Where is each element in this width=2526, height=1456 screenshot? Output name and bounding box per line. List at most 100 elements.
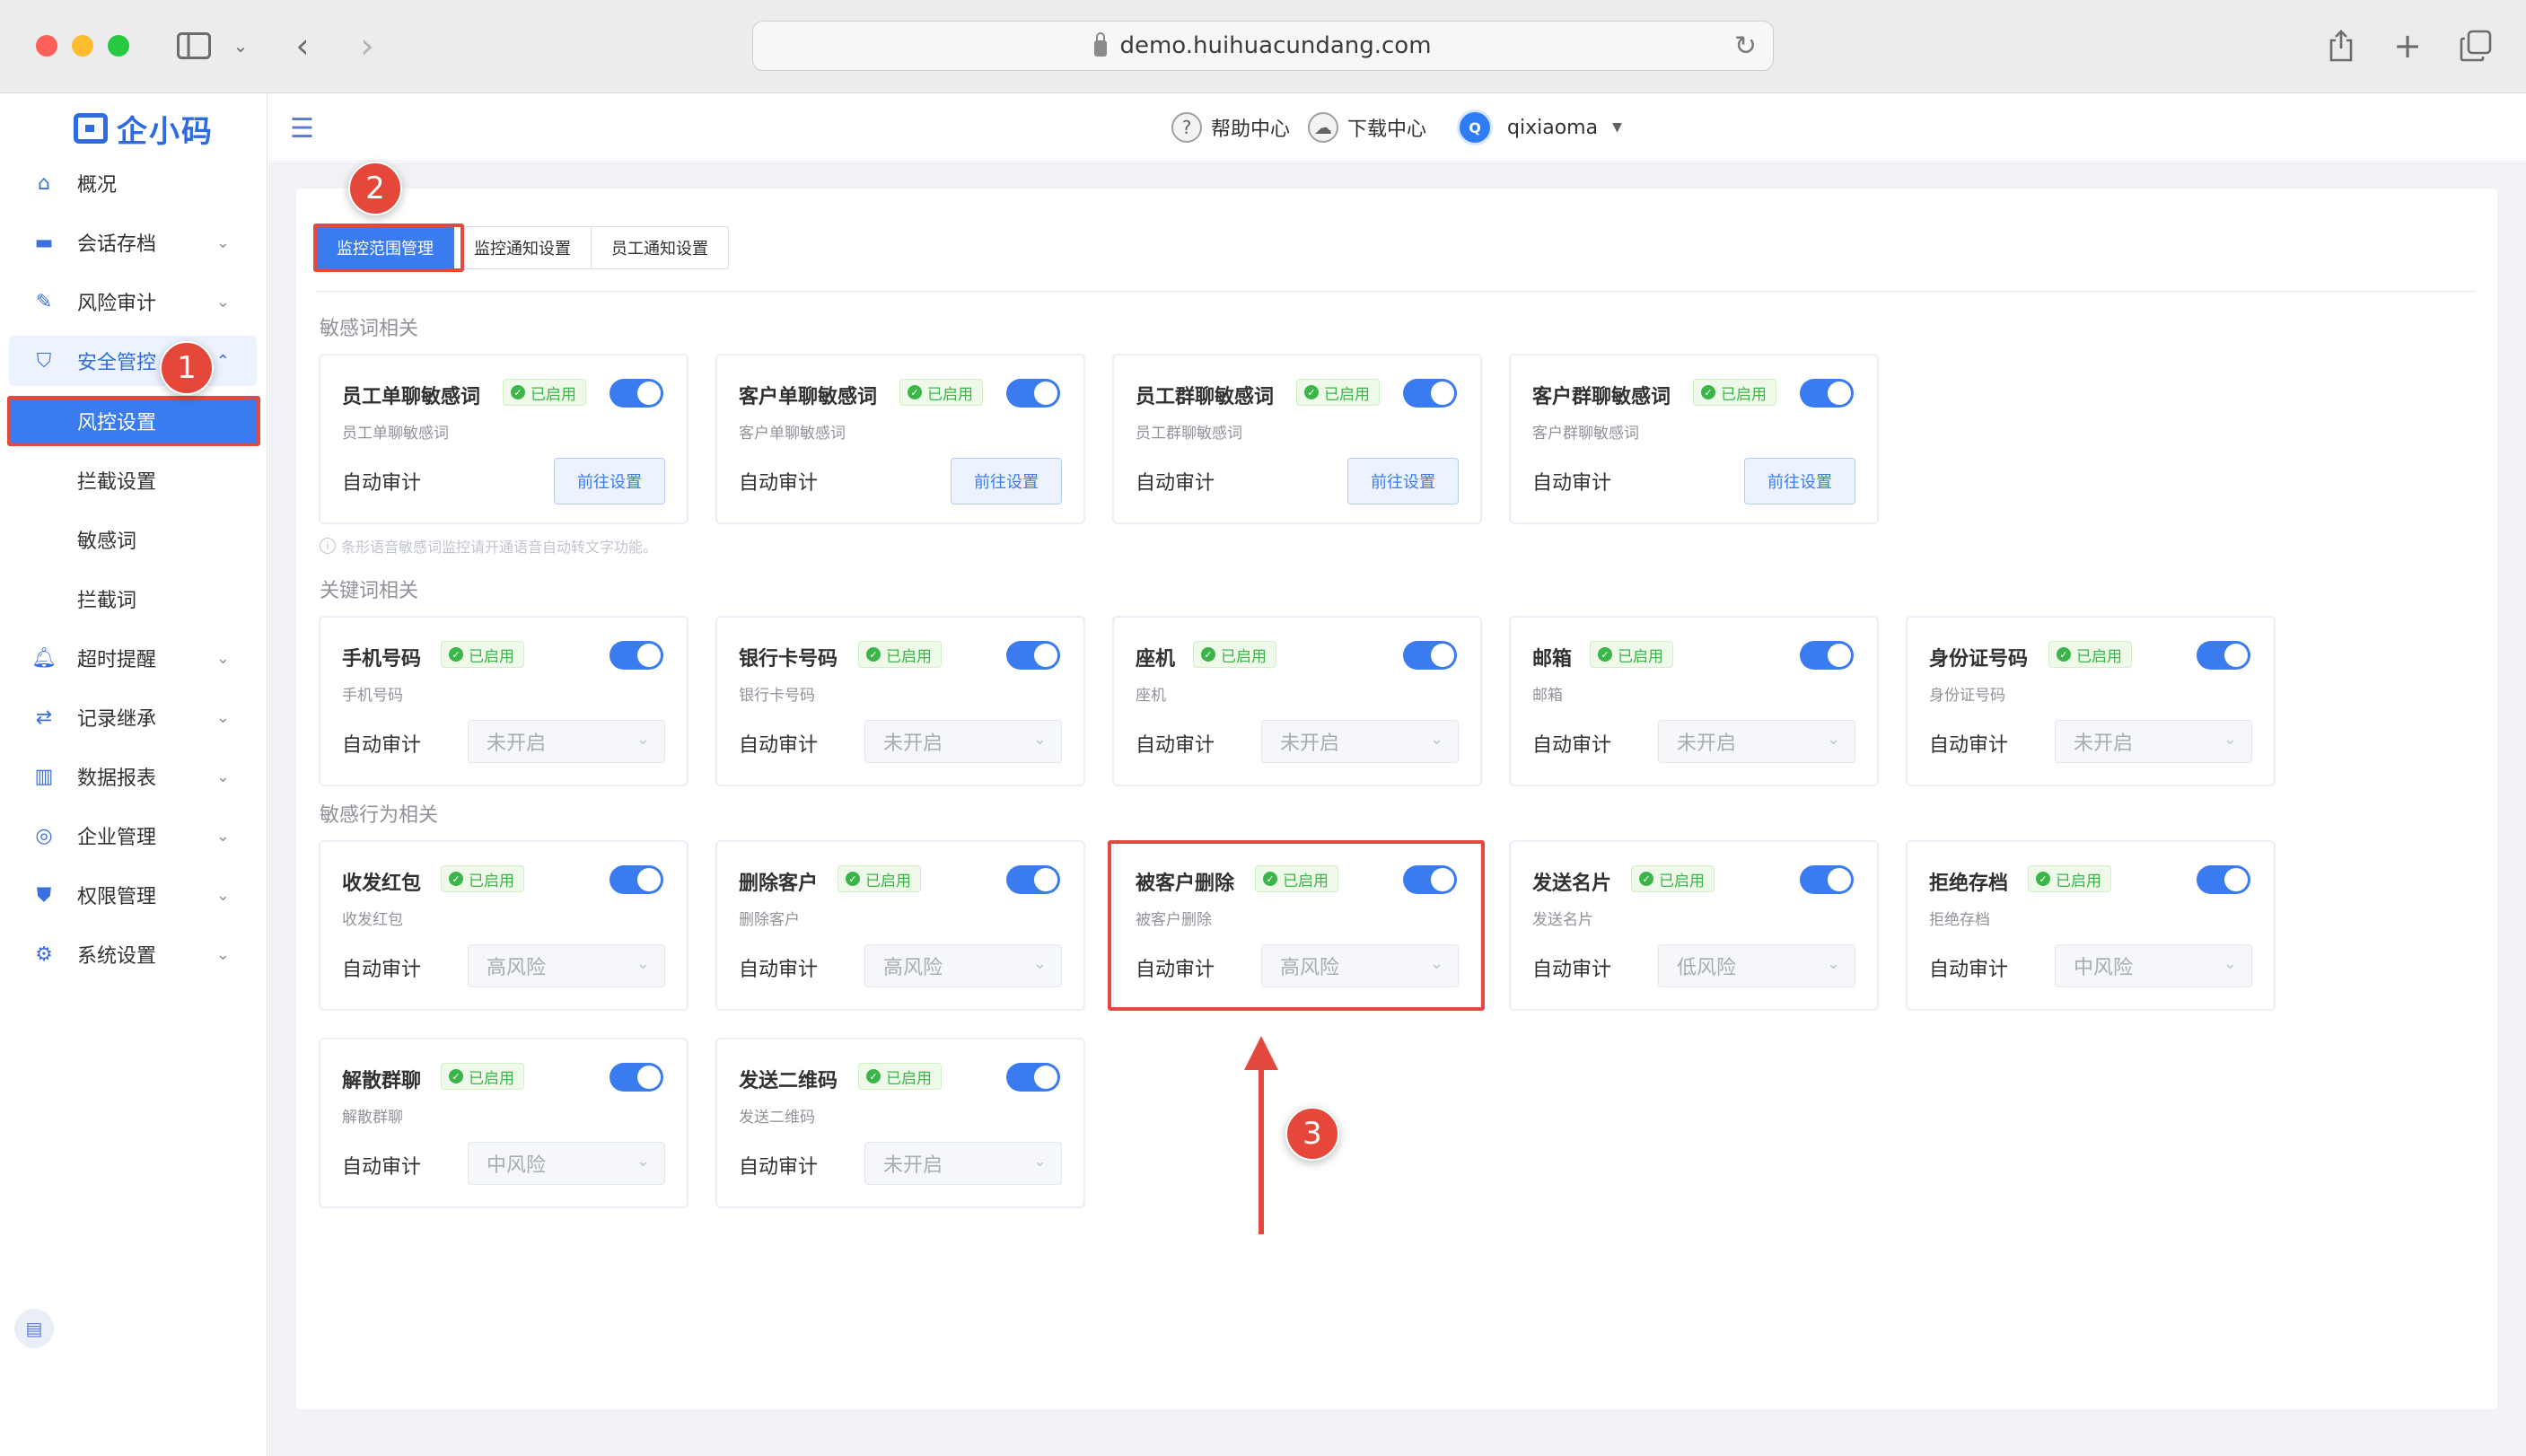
- logo-text: 企小码: [117, 113, 214, 150]
- enable-toggle[interactable]: [1403, 641, 1457, 670]
- zoom-window-button[interactable]: [108, 35, 129, 57]
- sidebar-subitem-intercept-settings[interactable]: 拦截设置: [9, 455, 257, 505]
- enable-toggle[interactable]: [1006, 865, 1060, 894]
- monitor-card: 银行卡号码 ✓ 已启用 银行卡号码 自动审计 未开启 ⌄: [715, 616, 1085, 786]
- enable-toggle[interactable]: [610, 865, 663, 894]
- enable-toggle[interactable]: [610, 379, 663, 408]
- sidebar-toggle-icon[interactable]: [176, 27, 212, 65]
- new-tab-icon[interactable]: +: [2391, 26, 2424, 66]
- sidebar-item-inherit[interactable]: ⇄ 记录继承 ⌄: [9, 692, 257, 742]
- menu-fold-icon[interactable]: ☰: [290, 113, 314, 145]
- sidebar-item-label: 企业管理: [77, 827, 157, 849]
- sidebar-item-overview[interactable]: ⌂ 概况: [9, 158, 257, 208]
- enable-toggle[interactable]: [610, 1063, 663, 1092]
- risk-level-select[interactable]: 低风险 ⌄: [1658, 944, 1855, 987]
- lock-icon: [1094, 32, 1108, 57]
- card-subtitle: 收发红包: [342, 911, 403, 929]
- risk-level-select[interactable]: 未开启 ⌄: [468, 720, 665, 763]
- auto-audit-label: 自动审计: [1532, 959, 1612, 981]
- sidebar-item-reports[interactable]: ▥ 数据报表 ⌄: [9, 751, 257, 802]
- enable-toggle[interactable]: [1006, 641, 1060, 670]
- status-badge-label: 已启用: [531, 385, 576, 404]
- enable-toggle[interactable]: [2197, 865, 2250, 894]
- check-circle-icon: ✓: [1639, 872, 1653, 886]
- tab-employee-notify[interactable]: 员工通知设置: [592, 226, 729, 269]
- chevron-down-icon: ⌄: [2223, 730, 2237, 749]
- address-bar[interactable]: demo.huihuacundang.com ↻: [752, 21, 1774, 71]
- monitor-card: 座机 ✓ 已启用 座机 自动审计 未开启 ⌄: [1112, 616, 1482, 786]
- close-window-button[interactable]: [36, 35, 57, 57]
- app-header: ☰ ? 帮助中心 ☁ 下载中心 Q qixiaoma ▼: [268, 93, 2526, 162]
- caret-down-icon: ▼: [1612, 120, 1622, 135]
- chevron-down-icon: ⌄: [1826, 730, 1840, 749]
- bell-icon: 🔔︎: [31, 646, 57, 670]
- auto-audit-label: 自动审计: [342, 1156, 422, 1179]
- back-icon[interactable]: ‹: [289, 26, 316, 66]
- auto-audit-label: 自动审计: [739, 472, 819, 495]
- status-badge-label: 已启用: [2056, 872, 2101, 890]
- chevron-down-icon[interactable]: ⌄: [230, 27, 251, 65]
- risk-level-select[interactable]: 中风险 ⌄: [2055, 944, 2252, 987]
- sidebar-item-system[interactable]: ⚙ 系统设置 ⌄: [9, 929, 257, 979]
- sidebar-item-archive[interactable]: ▬ 会话存档 ⌄: [9, 217, 257, 268]
- enable-toggle[interactable]: [1800, 641, 1854, 670]
- reload-icon[interactable]: ↻: [1734, 31, 1757, 62]
- card-title: 收发红包: [342, 873, 422, 895]
- sidebar-item-company[interactable]: ◎ 企业管理 ⌄: [9, 811, 257, 861]
- download-center-link[interactable]: ☁ 下载中心: [1308, 110, 1426, 145]
- permission-icon: ⛊: [36, 883, 52, 907]
- enable-toggle[interactable]: [1006, 379, 1060, 408]
- risk-level-select[interactable]: 未开启 ⌄: [1261, 720, 1459, 763]
- tab-monitor-notify[interactable]: 监控通知设置: [454, 226, 592, 269]
- sidebar-subitem-label: 拦截设置: [77, 471, 157, 494]
- enable-toggle[interactable]: [610, 641, 663, 670]
- enable-toggle[interactable]: [1006, 1063, 1060, 1092]
- go-settings-button[interactable]: 前往设置: [1347, 458, 1459, 504]
- enable-toggle[interactable]: [1800, 865, 1854, 894]
- minimize-window-button[interactable]: [72, 35, 93, 57]
- status-badge-label: 已启用: [469, 872, 514, 890]
- chevron-down-icon: ⌄: [215, 648, 230, 668]
- risk-level-select[interactable]: 未开启 ⌄: [864, 1142, 1062, 1185]
- enable-toggle[interactable]: [1800, 379, 1854, 408]
- highlight-box-tab: [313, 224, 464, 272]
- card-title: 发送名片: [1532, 873, 1612, 895]
- enable-toggle[interactable]: [1403, 379, 1457, 408]
- risk-level-select[interactable]: 中风险 ⌄: [468, 1142, 665, 1185]
- status-badge: ✓ 已启用: [1296, 379, 1380, 406]
- username: qixiaoma: [1507, 116, 1599, 139]
- go-settings-button[interactable]: 前往设置: [1744, 458, 1855, 504]
- risk-level-select[interactable]: 未开启 ⌄: [864, 720, 1062, 763]
- card-subtitle: 员工群聊敏感词: [1136, 425, 1242, 443]
- user-menu[interactable]: Q qixiaoma ▼: [1457, 110, 1622, 145]
- status-badge: ✓ 已启用: [503, 379, 586, 406]
- go-settings-button[interactable]: 前往设置: [951, 458, 1062, 504]
- risk-level-select[interactable]: 高风险 ⌄: [468, 944, 665, 987]
- card-title: 身份证号码: [1929, 648, 2029, 671]
- sidebar-subitem-intercept-words[interactable]: 拦截词: [9, 574, 257, 624]
- sidebar-item-timeout[interactable]: 🔔︎ 超时提醒 ⌄: [9, 633, 257, 683]
- highlight-box-risk-settings: [7, 396, 260, 446]
- sidebar-item-security[interactable]: ⛉ 安全管控 ⌃: [9, 336, 257, 386]
- risk-level-value: 高风险: [487, 957, 547, 979]
- help-center-link[interactable]: ? 帮助中心: [1171, 110, 1290, 145]
- app-logo[interactable]: 企小码: [74, 106, 214, 151]
- status-badge: ✓ 已启用: [858, 641, 942, 668]
- sidebar-item-risk-audit[interactable]: ✎ 风险审计 ⌄: [9, 276, 257, 327]
- card-subtitle: 身份证号码: [1929, 687, 2005, 705]
- tab-overview-icon[interactable]: [2458, 27, 2494, 65]
- forward-icon[interactable]: ›: [354, 26, 381, 66]
- enable-toggle[interactable]: [2197, 641, 2250, 670]
- share-icon[interactable]: [2325, 27, 2357, 65]
- document-icon[interactable]: ▤: [14, 1309, 54, 1348]
- home-icon: ⌂: [38, 171, 50, 195]
- gear-icon: ⚙: [35, 943, 53, 966]
- sidebar-item-permission[interactable]: ⛊ 权限管理 ⌄: [9, 870, 257, 920]
- sidebar-subitem-sensitive-words[interactable]: 敏感词: [9, 514, 257, 565]
- check-circle-icon: ✓: [449, 872, 463, 886]
- risk-level-select[interactable]: 高风险 ⌄: [864, 944, 1062, 987]
- risk-level-select[interactable]: 未开启 ⌄: [2055, 720, 2252, 763]
- risk-level-select[interactable]: 未开启 ⌄: [1658, 720, 1855, 763]
- status-badge: ✓ 已启用: [2048, 641, 2132, 668]
- go-settings-button[interactable]: 前往设置: [554, 458, 665, 504]
